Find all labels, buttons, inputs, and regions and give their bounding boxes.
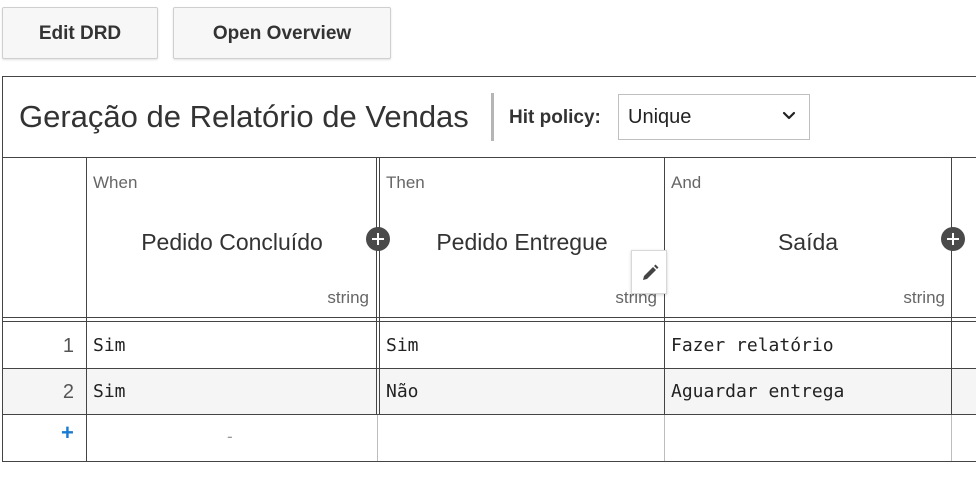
rule-cell[interactable]: Sim	[93, 335, 126, 356]
grid-line	[379, 158, 380, 415]
toolbar: Edit DRD Open Overview	[0, 0, 976, 70]
grid-line	[951, 415, 952, 461]
row-number[interactable]: 1	[3, 335, 74, 358]
table-title[interactable]: Geração de Relatório de Vendas	[19, 99, 469, 135]
rule-cell[interactable]: Sim	[386, 335, 419, 356]
empty-cell-placeholder: -	[227, 427, 233, 446]
title-separator	[491, 93, 494, 141]
column-name-pedido-entregue[interactable]: Pedido Entregue	[380, 229, 664, 256]
column-name-saida[interactable]: Saída	[665, 229, 951, 256]
grid-line	[3, 317, 976, 318]
column-type[interactable]: string	[380, 288, 657, 308]
column-type[interactable]: string	[87, 288, 369, 308]
decision-table: Geração de Relatório de Vendas Hit polic…	[2, 76, 976, 462]
hit-policy-label: Hit policy:	[509, 107, 601, 128]
grid-line	[3, 368, 976, 369]
grid-line	[951, 158, 952, 415]
rule-cell[interactable]: Sim	[93, 381, 126, 402]
column-kind-and: And	[671, 173, 702, 192]
chevron-down-icon	[782, 111, 796, 120]
grid-line	[664, 415, 665, 461]
pencil-icon	[643, 264, 659, 280]
grid-line	[3, 321, 976, 322]
rule-cell[interactable]: Não	[386, 381, 419, 402]
hit-policy-select[interactable]: Unique	[618, 94, 810, 140]
grid-line	[376, 158, 377, 415]
column-kind-then: Then	[386, 173, 425, 192]
rule-cell[interactable]: Aguardar entrega	[671, 381, 844, 402]
hit-policy-value: Unique	[628, 106, 692, 128]
column-name-pedido-concluido[interactable]: Pedido Concluído	[87, 229, 377, 256]
grid-line	[377, 415, 378, 461]
row-number[interactable]: 2	[3, 381, 74, 404]
edit-cell-button[interactable]	[631, 250, 667, 294]
table-header-bar: Geração de Relatório de Vendas Hit polic…	[3, 77, 976, 158]
add-rule-button[interactable]: +	[61, 420, 74, 446]
add-column-icon[interactable]	[941, 227, 965, 251]
open-overview-button[interactable]: Open Overview	[173, 7, 391, 59]
column-type[interactable]: string	[665, 288, 945, 308]
edit-drd-button[interactable]: Edit DRD	[2, 7, 158, 59]
column-kind-when: When	[93, 173, 138, 192]
grid-line	[86, 158, 87, 461]
grid-line	[3, 414, 976, 415]
rule-cell[interactable]: Fazer relatório	[671, 335, 834, 356]
